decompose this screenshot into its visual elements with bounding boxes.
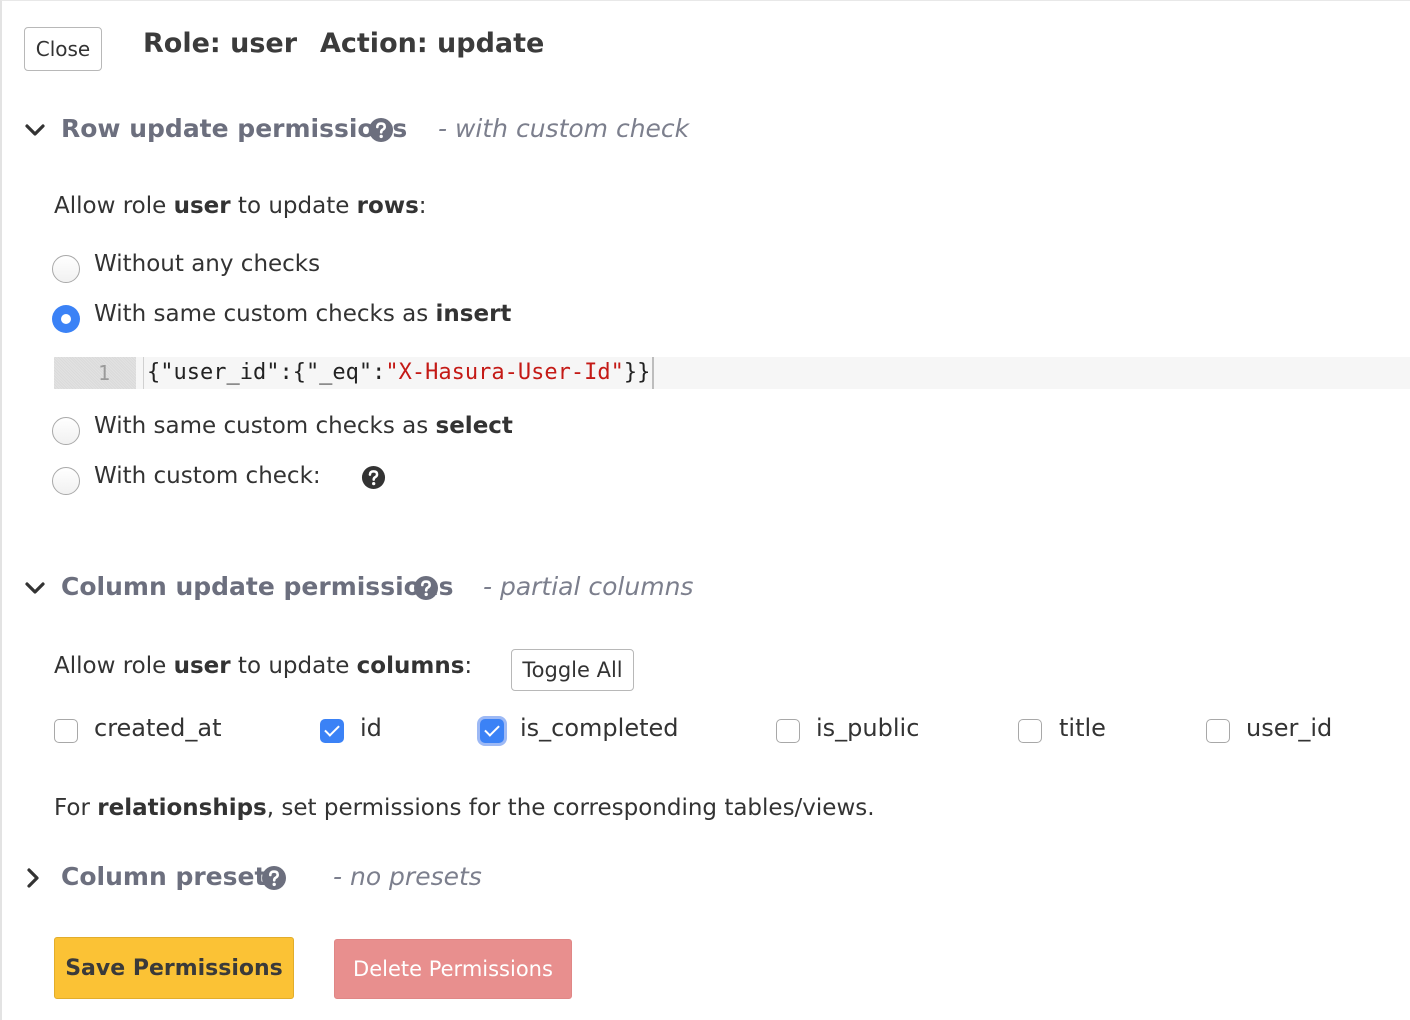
column-label[interactable]: title <box>1059 714 1106 742</box>
checkbox-created-at[interactable] <box>54 719 78 743</box>
column-permissions-subtitle: - partial columns <box>483 572 694 601</box>
checkbox-title[interactable] <box>1018 719 1042 743</box>
code-line[interactable]: {"user_id":{"_eq":"X-Hasura-User-Id"}} <box>143 357 655 389</box>
custom-check-editor[interactable]: 1 {"user_id":{"_eq":"X-Hasura-User-Id"}} <box>54 357 1410 389</box>
checkbox-is-completed[interactable] <box>480 719 504 743</box>
help-icon[interactable] <box>368 117 394 143</box>
column-label[interactable]: created_at <box>94 714 222 742</box>
help-icon[interactable] <box>361 465 386 490</box>
radio-same-as-select-label[interactable]: With same custom checks as select <box>94 413 513 439</box>
chevron-right-icon[interactable] <box>22 867 44 889</box>
chevron-down-icon[interactable] <box>24 577 46 599</box>
radio-same-as-select[interactable] <box>52 417 80 445</box>
row-permissions-title[interactable]: Row update permissions <box>61 114 407 143</box>
row-permissions-subtitle: - with custom check <box>438 114 690 143</box>
column-permissions-title[interactable]: Column update permissions <box>61 572 454 601</box>
column-presets-title[interactable]: Column presets <box>61 862 281 891</box>
column-label[interactable]: id <box>360 714 382 742</box>
permissions-panel: Close Role: user Action: update Row upda… <box>0 0 1410 1020</box>
rows-allow-text: Allow role user to update rows: <box>54 193 427 219</box>
toggle-all-button[interactable]: Toggle All <box>511 649 634 691</box>
radio-without-checks[interactable] <box>52 255 80 283</box>
radio-same-as-insert[interactable] <box>52 305 80 333</box>
relationships-note: For relationships, set permissions for t… <box>54 795 875 821</box>
column-presets-subtitle: - no presets <box>333 862 482 891</box>
close-button[interactable]: Close <box>24 27 102 71</box>
columns-allow-text: Allow role user to update columns: <box>54 653 473 679</box>
radio-custom-check-label[interactable]: With custom check: <box>94 463 321 489</box>
help-icon[interactable] <box>413 575 439 601</box>
chevron-down-icon[interactable] <box>24 119 46 141</box>
column-label[interactable]: is_public <box>816 714 919 742</box>
radio-custom-check[interactable] <box>52 467 80 495</box>
delete-permissions-button[interactable]: Delete Permissions <box>334 939 572 999</box>
column-label[interactable]: is_completed <box>520 714 679 742</box>
line-number: 1 <box>54 357 136 389</box>
checkbox-id[interactable] <box>320 719 344 743</box>
help-icon[interactable] <box>261 865 287 891</box>
checkbox-is-public[interactable] <box>776 719 800 743</box>
radio-without-checks-label[interactable]: Without any checks <box>94 251 320 277</box>
checkbox-user-id[interactable] <box>1206 719 1230 743</box>
column-label[interactable]: user_id <box>1246 714 1332 742</box>
save-permissions-button[interactable]: Save Permissions <box>54 937 294 999</box>
role-heading: Role: user <box>143 28 298 59</box>
action-heading: Action: update <box>320 28 545 59</box>
radio-same-as-insert-label[interactable]: With same custom checks as insert <box>94 301 511 327</box>
